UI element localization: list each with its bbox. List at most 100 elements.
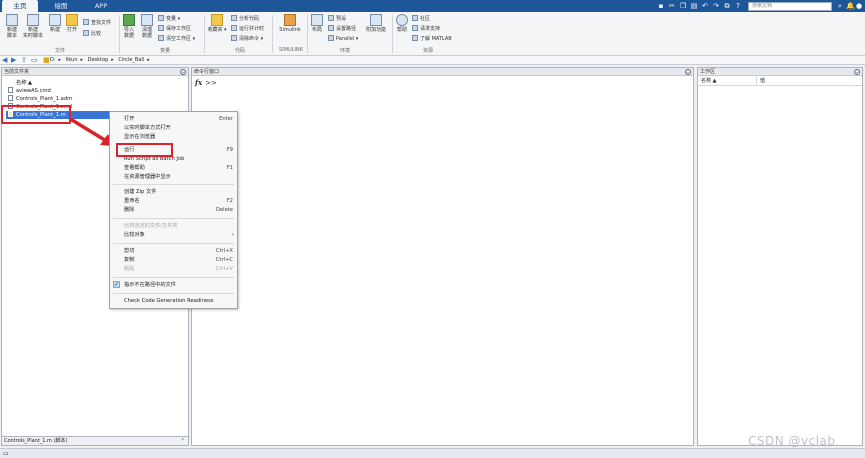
learn-matlab-button[interactable]: 了解 MATLAB: [412, 35, 452, 43]
group-label-resources: 资源: [422, 48, 433, 54]
new-live-script-button[interactable]: 新建 实时脚本: [20, 14, 46, 39]
menu-item-cut[interactable]: 剪切 Ctrl+X: [110, 247, 237, 255]
ribbon-divider: [392, 15, 393, 53]
back-arrow-icon[interactable]: ◀: [2, 56, 7, 65]
find-files-button[interactable]: 查找文件: [83, 19, 111, 27]
forward-arrow-icon[interactable]: ▶: [11, 56, 16, 65]
redo-icon[interactable]: ↷: [712, 2, 720, 10]
menu-item-compare-selected: 比较选定的文件/文件夹: [124, 223, 178, 229]
file-icon: [8, 87, 13, 93]
open-button[interactable]: 打开: [64, 14, 80, 33]
menu-item-create-zip[interactable]: 创建 Zip 文件: [110, 188, 237, 196]
panel-menu-icon[interactable]: ⌄: [685, 69, 691, 75]
menu-item-copy[interactable]: 复制 Ctrl+C: [110, 256, 237, 264]
column-header-name[interactable]: 名称 ▲: [701, 77, 716, 86]
command-window-panel[interactable]: 命令行窗口 ⌄ fx >>: [191, 67, 694, 446]
ribbon-divider: [204, 15, 205, 53]
addons-button[interactable]: 附加功能: [366, 14, 386, 33]
menu-item-view-help[interactable]: 查看帮助 F1: [110, 164, 237, 172]
community-button[interactable]: 社区: [412, 15, 430, 23]
column-header-value[interactable]: 值: [760, 77, 765, 86]
menu-item-rename[interactable]: 重命名 F2: [110, 197, 237, 205]
open-folder-icon: [66, 14, 78, 26]
clear-commands-button[interactable]: 清除命令 ▾: [231, 35, 263, 43]
help-button[interactable]: 帮助: [395, 14, 409, 33]
tab-apps[interactable]: APP: [90, 0, 112, 12]
fx-icon: fx: [195, 78, 203, 87]
up-folder-icon[interactable]: ⇧: [21, 56, 27, 65]
tab-plots[interactable]: 绘图: [50, 0, 72, 12]
breadcrumb-item[interactable]: D:: [50, 57, 56, 63]
tab-home[interactable]: 主页: [2, 0, 38, 12]
panel-menu-icon[interactable]: ⌄: [180, 69, 186, 75]
copy-icon[interactable]: ❐: [679, 2, 687, 10]
new-live-script-icon: [27, 14, 39, 26]
top-tab-bar: 主页 绘图 APP ▪ ✂ ❐ ▤ ↶ ↷ ⧉ ? 搜索文档 ⌕ 🔔 ●: [0, 0, 865, 12]
import-icon: [123, 14, 135, 26]
chevron-up-icon[interactable]: ⌃: [181, 437, 185, 446]
analyze-code-button[interactable]: 分析代码: [231, 15, 259, 23]
ribbon-divider: [119, 15, 120, 53]
cut-icon[interactable]: ✂: [668, 2, 676, 10]
ribbon-divider: [307, 15, 308, 53]
clean-data-button[interactable]: 清理 数据: [139, 14, 155, 39]
undo-icon[interactable]: ↶: [701, 2, 709, 10]
menu-item-paste: 粘贴 Ctrl+V: [124, 266, 233, 272]
search-input[interactable]: 搜索文档: [748, 2, 832, 11]
column-header-name[interactable]: 名称 ▲: [6, 79, 184, 87]
request-support-button[interactable]: 请求支持: [412, 25, 440, 33]
run-and-time-button[interactable]: 运行并计时: [231, 25, 264, 33]
chevron-right-icon: ›: [231, 232, 234, 238]
breadcrumb-item[interactable]: Circle_Ball: [118, 57, 144, 63]
switch-window-icon[interactable]: ⧉: [723, 2, 731, 10]
menu-item-show-in-explorer[interactable]: 在资源管理器中显示: [110, 173, 237, 181]
save-icon[interactable]: ▪: [657, 2, 665, 10]
save-workspace-button[interactable]: 保存工作区: [158, 25, 191, 33]
panel-menu-icon[interactable]: ⌄: [854, 69, 860, 75]
import-data-button[interactable]: 导入 数据: [121, 14, 137, 39]
new-button[interactable]: 新建: [47, 14, 63, 33]
new-script-icon: [6, 14, 18, 26]
new-variable-button[interactable]: 变量 ▾: [158, 15, 180, 23]
compare-icon: [83, 30, 89, 36]
favorites-button[interactable]: 收藏夹 ▾: [207, 14, 227, 33]
group-label-simulink: SIMULINK: [279, 47, 303, 53]
search-icon[interactable]: ⌕: [836, 2, 844, 10]
menu-item-open-as-live-script[interactable]: 以实时脚本方式打开: [110, 124, 237, 132]
help-icon[interactable]: ?: [734, 2, 742, 10]
menu-item-show-in-browser[interactable]: 显示在浏览器: [110, 133, 237, 141]
paste-icon[interactable]: ▤: [690, 2, 698, 10]
menu-item-open[interactable]: 打开 Enter: [110, 115, 237, 123]
clear-workspace-button[interactable]: 清空工作区 ▾: [158, 35, 195, 43]
command-prompt[interactable]: fx >>: [195, 78, 217, 87]
parallel-icon: [328, 35, 334, 41]
highlight-box-run: [116, 143, 173, 157]
breadcrumb-item[interactable]: Desktop: [88, 57, 109, 63]
menu-separator: [113, 184, 234, 185]
group-label-code: 代码: [234, 48, 245, 54]
gear-icon: [328, 15, 334, 21]
status-grip-icon: ▭: [3, 450, 9, 457]
menu-item-compare-against[interactable]: 比较对象 ›: [110, 231, 237, 239]
set-path-button[interactable]: 设置路径: [328, 25, 356, 33]
file-item[interactable]: Controls_Plant_1.adm: [6, 95, 184, 103]
menu-item-check-code-generation[interactable]: Check Code Generation Readiness: [110, 297, 237, 305]
breadcrumb[interactable]: D: ▸ likun ▸ Desktop ▸ Circle_Ball ▸: [50, 57, 153, 64]
parallel-button[interactable]: Parallel ▾: [328, 35, 358, 43]
browse-folder-icon[interactable]: ▭: [31, 56, 38, 65]
menu-item-indicate-files-not-on-path[interactable]: 指示不在路径中的文件: [110, 281, 237, 289]
simulink-button[interactable]: Simulink: [277, 14, 303, 33]
notification-icon[interactable]: 🔔: [846, 2, 855, 10]
menu-item-delete[interactable]: 删除 Delete: [110, 206, 237, 214]
account-icon[interactable]: ●: [855, 2, 863, 10]
details-bar[interactable]: Controls_Plant_1.m (脚本) ⌃: [2, 436, 188, 445]
file-item[interactable]: aviewAS.cmd: [6, 87, 184, 95]
compare-button[interactable]: 比较: [83, 30, 101, 38]
new-script-button[interactable]: 新建 脚本: [3, 14, 21, 39]
ribbon-toolbar: 新建 脚本 新建 实时脚本 新建 打开 查找文件 比较 文件 导入 数据 清理 …: [0, 12, 865, 56]
layout-button[interactable]: 布局: [309, 14, 325, 33]
breadcrumb-item[interactable]: likun: [66, 57, 78, 63]
blank-icon: [8, 79, 13, 85]
column-divider: [756, 77, 757, 86]
preferences-button[interactable]: 预设: [328, 15, 346, 23]
